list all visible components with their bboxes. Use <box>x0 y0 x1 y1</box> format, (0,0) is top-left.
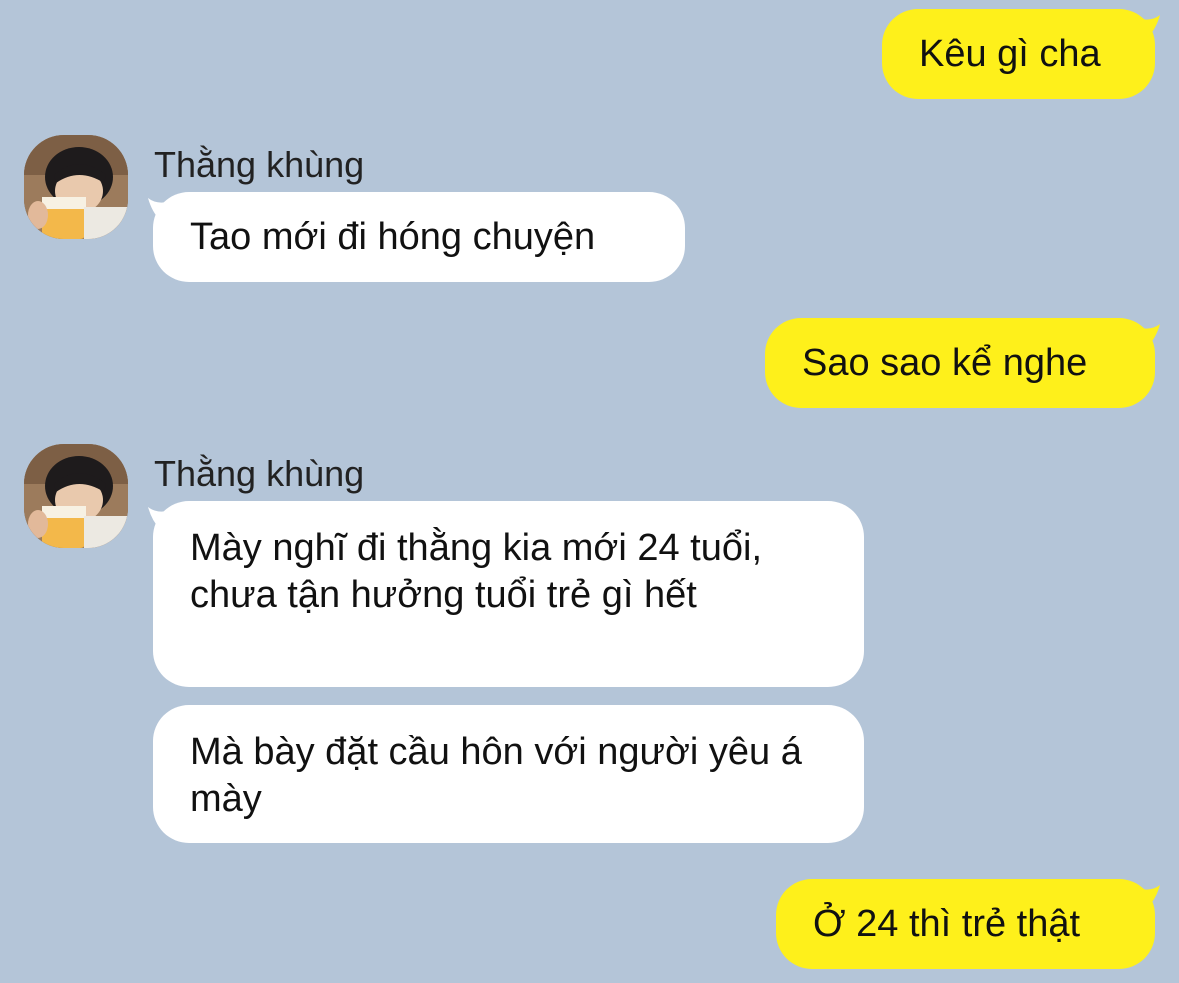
message-text: Tao mới đi hóng chuyện <box>190 216 596 258</box>
message-text: Mày nghĩ đi thằng kia mới 24 tuổi, chưa … <box>190 527 763 616</box>
sender-name: Thằng khùng <box>154 144 365 185</box>
message-text: Sao sao kể nghe <box>802 342 1088 384</box>
message-text: Mà bày đặt cầu hôn với người yêu á mày <box>190 731 802 820</box>
incoming-message-bubble[interactable]: Tao mới đi hóng chuyện <box>153 192 685 282</box>
bubble-tail-icon <box>1134 15 1160 37</box>
avatar-photo-icon <box>24 444 128 548</box>
outgoing-message-bubble[interactable]: Sao sao kể nghe <box>765 318 1155 408</box>
outgoing-message-bubble[interactable]: Ở 24 thì trẻ thật <box>776 879 1155 969</box>
chat-area[interactable]: Kêu gì cha Thằng khùng Tao mới đi hóng c… <box>0 0 1179 983</box>
message-text: Kêu gì cha <box>919 33 1101 75</box>
incoming-message-bubble[interactable]: Mà bày đặt cầu hôn với người yêu á mày <box>153 705 864 843</box>
incoming-message-bubble[interactable]: Mày nghĩ đi thằng kia mới 24 tuổi, chưa … <box>153 501 864 687</box>
bubble-tail-icon <box>1134 324 1160 346</box>
message-text: Ở 24 thì trẻ thật <box>813 903 1081 945</box>
outgoing-message-bubble[interactable]: Kêu gì cha <box>882 9 1155 99</box>
avatar-photo-icon <box>24 135 128 239</box>
contact-avatar[interactable] <box>24 444 128 548</box>
contact-avatar[interactable] <box>24 135 128 239</box>
bubble-tail-icon <box>1134 885 1160 907</box>
sender-name: Thằng khùng <box>154 453 365 494</box>
